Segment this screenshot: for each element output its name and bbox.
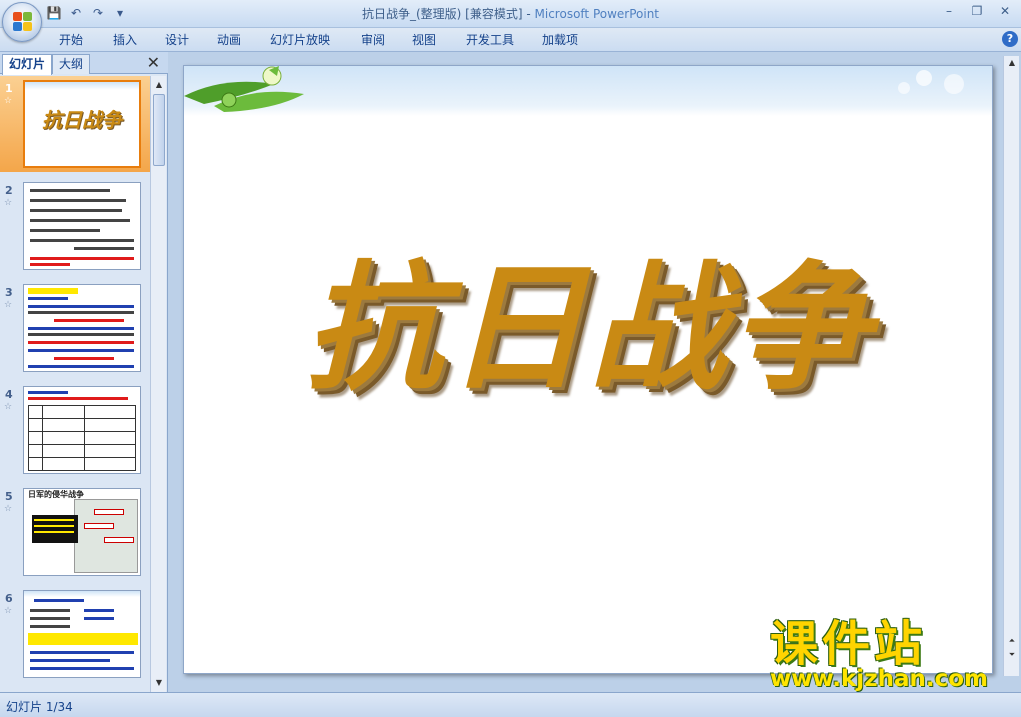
slide-thumbnail-6[interactable]: 6 ☆ <box>0 586 150 682</box>
tab-review[interactable]: 审阅 <box>361 31 385 49</box>
thumbnail-title: 抗日战争 <box>42 108 122 132</box>
watermark-url: www.kjzhan.com <box>770 666 988 692</box>
slide-indicator: 幻灯片 1/34 <box>6 700 73 714</box>
close-icon[interactable]: ✕ <box>993 2 1017 20</box>
slide-thumbnail-4[interactable]: 4 ☆ <box>0 382 150 478</box>
current-slide[interactable]: 抗日战争 <box>183 65 993 674</box>
tab-slides[interactable]: 幻灯片 <box>2 54 53 75</box>
slide-scrollbar[interactable]: ▲ ⏶ ⏷ <box>1003 56 1019 676</box>
tab-developer[interactable]: 开发工具 <box>466 31 514 49</box>
previous-slide-icon[interactable]: ⏶ <box>1004 636 1020 646</box>
slide-editor: 抗日战争 ▲ ⏶ ⏷ <box>169 52 1021 692</box>
leaf-decoration-icon <box>184 66 964 112</box>
slide-number: 3 <box>5 286 13 299</box>
animation-star-icon: ☆ <box>4 606 13 616</box>
animation-star-icon: ☆ <box>4 198 13 208</box>
tab-addins[interactable]: 加载项 <box>542 31 578 49</box>
thumbnail-image <box>23 182 141 270</box>
slide-number: 2 <box>5 184 13 197</box>
scroll-up-icon[interactable]: ▲ <box>152 78 166 92</box>
tab-design[interactable]: 设计 <box>165 31 189 49</box>
status-bar: 幻灯片 1/34 <box>0 692 1021 717</box>
slide-number: 4 <box>5 388 13 401</box>
slide-header-decoration <box>184 66 992 116</box>
thumbnail-image <box>23 284 141 372</box>
scroll-thumb[interactable] <box>153 94 165 166</box>
ribbon-tabs: 开始 插入 设计 动画 幻灯片放映 审阅 视图 开发工具 加载项 ? <box>0 28 1021 52</box>
thumbnail-scrollbar[interactable]: ▲ ▼ <box>150 76 166 692</box>
thumbnail-image: 抗日战争 <box>23 80 141 168</box>
tab-slideshow[interactable]: 幻灯片放映 <box>270 31 330 49</box>
tab-animations[interactable]: 动画 <box>217 31 241 49</box>
tab-insert[interactable]: 插入 <box>113 31 137 49</box>
scroll-up-icon[interactable]: ▲ <box>1004 58 1020 67</box>
tab-home[interactable]: 开始 <box>59 31 83 49</box>
app-name: Microsoft PowerPoint <box>534 7 660 21</box>
animation-star-icon: ☆ <box>4 504 13 514</box>
slides-pane: 幻灯片 大纲 ✕ 1 ☆ 抗日战争 2 ☆ 3 ☆ 4 ☆ 5 ☆ 日军的侵华战… <box>0 52 168 692</box>
watermark-logo: 课件站 www.kjzhan.com <box>770 618 1002 692</box>
animation-star-icon: ☆ <box>4 402 13 412</box>
slide-thumbnail-1[interactable]: 1 ☆ 抗日战争 <box>0 76 150 172</box>
close-icon[interactable]: ✕ <box>147 53 160 72</box>
slide-thumbnail-3[interactable]: 3 ☆ <box>0 280 150 376</box>
watermark-brand: 课件站 <box>770 616 927 672</box>
slide-title[interactable]: 抗日战争 <box>184 216 992 416</box>
window-title: 抗日战争_(整理版) [兼容模式] - Microsoft PowerPoint <box>361 7 660 21</box>
restore-icon[interactable]: ❐ <box>965 2 989 20</box>
thumbnail-image <box>23 590 141 678</box>
window-controls: – ❐ ✕ <box>937 2 1017 20</box>
next-slide-icon[interactable]: ⏷ <box>1004 650 1020 660</box>
tab-outline[interactable]: 大纲 <box>52 54 91 74</box>
tab-view[interactable]: 视图 <box>412 31 436 49</box>
thumbnail-image <box>23 386 141 474</box>
animation-star-icon: ☆ <box>4 96 13 106</box>
slide-thumbnail-2[interactable]: 2 ☆ <box>0 178 150 274</box>
minimize-icon[interactable]: – <box>937 2 961 20</box>
document-title: 抗日战争_(整理版) [兼容模式] <box>361 7 523 21</box>
slide-number: 6 <box>5 592 13 605</box>
pane-tabs: 幻灯片 大纲 ✕ <box>0 52 168 75</box>
slide-number: 1 <box>5 82 13 95</box>
title-bar: 💾 ↶ ↷ ▾ 抗日战争_(整理版) [兼容模式] - Microsoft Po… <box>0 0 1021 28</box>
office-logo-icon <box>13 12 33 32</box>
thumbnail-image: 日军的侵华战争 <box>23 488 141 576</box>
slide-thumbnail-list: 1 ☆ 抗日战争 2 ☆ 3 ☆ 4 ☆ 5 ☆ 日军的侵华战争 6 ☆ <box>0 76 150 692</box>
animation-star-icon: ☆ <box>4 300 13 310</box>
office-button[interactable] <box>2 2 42 42</box>
slide-thumbnail-5[interactable]: 5 ☆ 日军的侵华战争 <box>0 484 150 580</box>
slide-number: 5 <box>5 490 13 503</box>
scroll-down-icon[interactable]: ▼ <box>152 676 166 690</box>
help-icon[interactable]: ? <box>1002 31 1018 47</box>
